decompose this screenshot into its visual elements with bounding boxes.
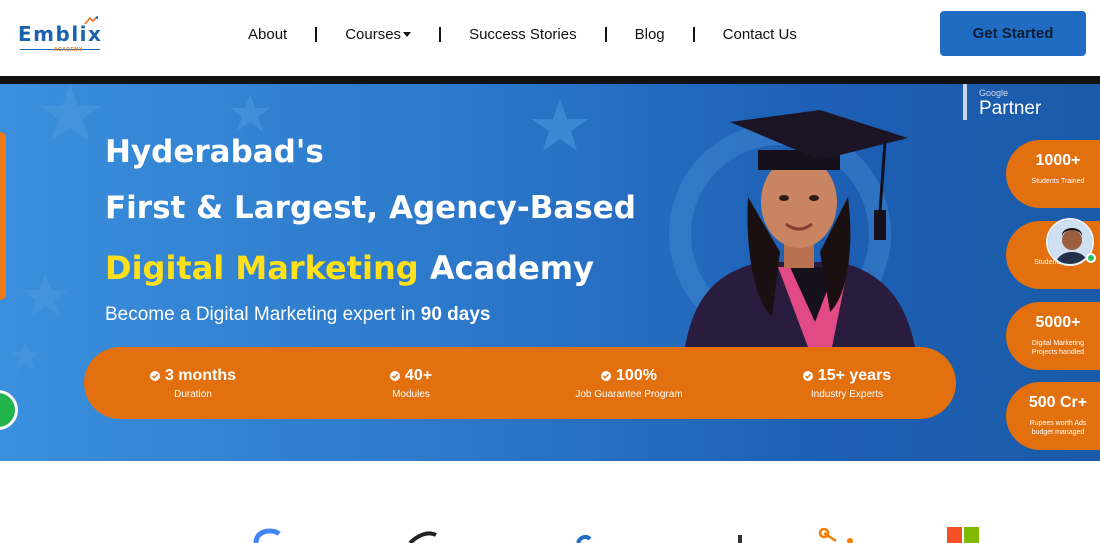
nav-divider <box>604 26 607 42</box>
hero-title-line3: Digital Marketing Academy <box>105 249 594 287</box>
partner-logo-partial <box>408 531 437 543</box>
counter-label: Digital Marketing Projects handled <box>1031 340 1085 356</box>
badge-bar <box>963 84 967 120</box>
stat-value-wrap: 100% <box>601 367 657 385</box>
nav-divider <box>315 26 318 42</box>
emblix-logo[interactable]: Emblix ACADEMY <box>18 16 108 58</box>
stat-item: 15+ years Industry Experts <box>738 347 956 419</box>
google-logo-partial <box>253 528 281 543</box>
hero-banner: Hyderabad's First & Largest, Agency-Base… <box>0 84 1100 461</box>
header-divider <box>0 76 1100 84</box>
stat-label: Industry Experts <box>810 388 884 400</box>
counter-projects: 5000+ Digital Marketing Projects handled <box>1006 302 1100 370</box>
stat-value-wrap: 15+ years <box>802 366 892 385</box>
partner-logos <box>253 527 979 543</box>
check-circle-icon <box>149 370 160 381</box>
stat-value: 100% <box>616 366 657 384</box>
nav-about[interactable]: About <box>248 26 287 43</box>
stat-label: Modules <box>392 388 430 400</box>
get-started-button[interactable]: Get Started <box>940 11 1086 56</box>
stat-label: Duration <box>174 388 212 400</box>
stat-value: 15+ years <box>817 366 892 384</box>
nav-contact-us[interactable]: Contact Us <box>723 26 797 43</box>
nav-divider <box>692 26 695 42</box>
main-nav: About Courses Success Stories Blog Conta… <box>248 22 797 46</box>
hero-subtitle-prefix: Become a Digital Marketing expert in <box>105 304 421 325</box>
hero-title-highlight: Digital Marketing <box>105 249 419 287</box>
nav-blog[interactable]: Blog <box>635 26 665 43</box>
stat-item: 3 months Duration <box>84 347 302 419</box>
side-tab[interactable] <box>0 132 6 300</box>
counter-value: 1000+ <box>1035 152 1081 169</box>
counter-label: Students Trained <box>1031 178 1085 185</box>
stat-value: 40+ <box>404 366 433 384</box>
partner-label: Partner <box>979 98 1042 119</box>
counter-label: Rupees worth Ads budget managed <box>1029 420 1087 436</box>
check-circle-icon <box>601 370 612 381</box>
stat-value-wrap: 3 months <box>149 366 237 385</box>
partner-logos-strip <box>0 461 1100 543</box>
counter-ads-budget: 500 Cr+ Rupees worth Ads budget managed <box>1006 382 1100 450</box>
check-circle-icon <box>389 370 400 381</box>
hero-title-line2: First & Largest, Agency-Based <box>105 190 636 226</box>
hero-title-line1: Hyderabad's <box>105 134 324 170</box>
stat-value: 3 months <box>164 366 237 384</box>
nav-courses[interactable]: Courses <box>345 25 412 43</box>
counter-value: 500 Cr+ <box>1028 394 1088 411</box>
nav-courses-label: Courses <box>345 25 402 43</box>
nav-success-stories[interactable]: Success Stories <box>469 26 577 43</box>
google-label: Google <box>979 88 1009 98</box>
google-partner-badge: Google Partner <box>963 84 1083 122</box>
site-header: Emblix ACADEMY About Courses Success Sto… <box>0 0 1100 76</box>
online-status-dot <box>1086 253 1096 263</box>
chevron-down-icon <box>403 31 412 37</box>
nav-divider <box>439 26 442 42</box>
hero-subtitle-bold: 90 days <box>420 304 491 325</box>
hero-title-rest: Academy <box>418 249 594 287</box>
counter-students-trained: 1000+ Students Trained <box>1006 140 1100 208</box>
graduate-student-image <box>685 110 915 347</box>
hero-subtitle: Become a Digital Marketing expert in 90 … <box>105 304 491 326</box>
logo-mark-icon <box>84 16 98 25</box>
counter-value: 5000+ <box>1035 314 1081 331</box>
check-circle-icon <box>802 370 813 381</box>
stat-item: 100% Job Guarantee Program <box>520 347 738 419</box>
stats-bar: 3 months Duration 40+ Modules 100% Job G… <box>84 347 956 419</box>
microsoft-logo-partial <box>947 527 979 543</box>
stat-label: Job Guarantee Program <box>575 388 683 400</box>
stat-item: 40+ Modules <box>302 347 520 419</box>
page: Emblix ACADEMY About Courses Success Sto… <box>0 0 1100 543</box>
hubspot-logo-partial <box>738 527 853 543</box>
stat-value-wrap: 40+ <box>389 366 433 385</box>
partner-logo-partial <box>576 534 592 543</box>
logo-subtitle: ACADEMY <box>54 47 83 53</box>
